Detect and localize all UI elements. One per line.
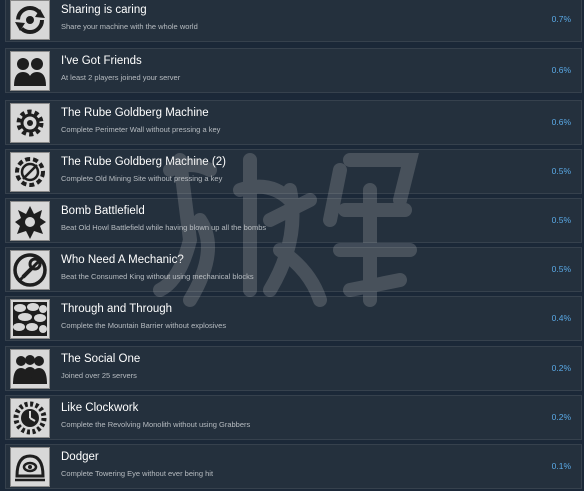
- achievement-title: Like Clockwork: [61, 402, 139, 414]
- achievement-percent: 0.2%: [551, 363, 571, 373]
- achievement-title: I've Got Friends: [61, 55, 142, 67]
- two-people-icon: [10, 51, 50, 91]
- achievement-description: Beat the Consumed King without using mec…: [61, 272, 254, 281]
- achievement-percent: 0.6%: [551, 117, 571, 127]
- eye-creature-icon: [10, 447, 50, 487]
- explosion-icon: [10, 201, 50, 241]
- clockwork-gear-icon: [10, 398, 50, 438]
- achievement-title: The Rube Goldberg Machine: [61, 107, 209, 119]
- achievement-row[interactable]: Bomb Battlefield Beat Old Howl Battlefie…: [5, 198, 582, 243]
- achievement-description: Complete the Revolving Monolith without …: [61, 420, 251, 429]
- achievement-description: At least 2 players joined your server: [61, 73, 181, 82]
- achievement-percent: 0.7%: [551, 14, 571, 24]
- achievement-title: Sharing is caring: [61, 4, 147, 16]
- achievement-row[interactable]: I've Got Friends At least 2 players join…: [5, 48, 582, 93]
- achievement-description: Complete Perimeter Wall without pressing…: [61, 125, 221, 134]
- rock-wall-icon: [10, 299, 50, 339]
- achievement-description: Complete Old Mining Site without pressin…: [61, 174, 223, 183]
- achievement-percent: 0.5%: [551, 166, 571, 176]
- achievement-title: Through and Through: [61, 303, 173, 315]
- achievement-title: Who Need A Mechanic?: [61, 254, 184, 266]
- achievement-title: The Social One: [61, 353, 141, 365]
- achievement-row[interactable]: Dodger Complete Towering Eye without eve…: [5, 444, 582, 489]
- achievement-description: Complete the Mountain Barrier without ex…: [61, 321, 227, 330]
- group-people-icon: [10, 349, 50, 389]
- achievement-percent: 0.4%: [551, 313, 571, 323]
- achievement-row[interactable]: The Rube Goldberg Machine (2) Complete O…: [5, 149, 582, 194]
- achievement-description: Complete Towering Eye without ever being…: [61, 469, 214, 478]
- achievement-title: The Rube Goldberg Machine (2): [61, 156, 226, 168]
- achievement-percent: 0.2%: [551, 412, 571, 422]
- achievement-percent: 0.5%: [551, 215, 571, 225]
- achievement-description: Joined over 25 servers: [61, 371, 137, 380]
- achievement-row[interactable]: Through and Through Complete the Mountai…: [5, 296, 582, 341]
- no-wrench-icon: [10, 250, 50, 290]
- achievement-row[interactable]: Sharing is caring Share your machine wit…: [5, 0, 582, 42]
- gear-icon: [10, 103, 50, 143]
- achievement-row[interactable]: Like Clockwork Complete the Revolving Mo…: [5, 395, 582, 440]
- achievement-title: Dodger: [61, 451, 99, 463]
- gear-outline-icon: [10, 152, 50, 192]
- achievement-row[interactable]: The Social One Joined over 25 servers 0.…: [5, 346, 582, 391]
- achievement-percent: 0.6%: [551, 65, 571, 75]
- achievement-description: Share your machine with the whole world: [61, 22, 198, 31]
- achievement-percent: 0.5%: [551, 264, 571, 274]
- achievement-row[interactable]: Who Need A Mechanic? Beat the Consumed K…: [5, 247, 582, 292]
- achievement-list: Sharing is caring Share your machine wit…: [0, 0, 584, 491]
- achievement-title: Bomb Battlefield: [61, 205, 145, 217]
- achievement-row[interactable]: The Rube Goldberg Machine Complete Perim…: [5, 100, 582, 145]
- achievement-percent: 0.1%: [551, 461, 571, 471]
- share-arrows-icon: [10, 0, 50, 40]
- achievement-description: Beat Old Howl Battlefield while having b…: [61, 223, 267, 232]
